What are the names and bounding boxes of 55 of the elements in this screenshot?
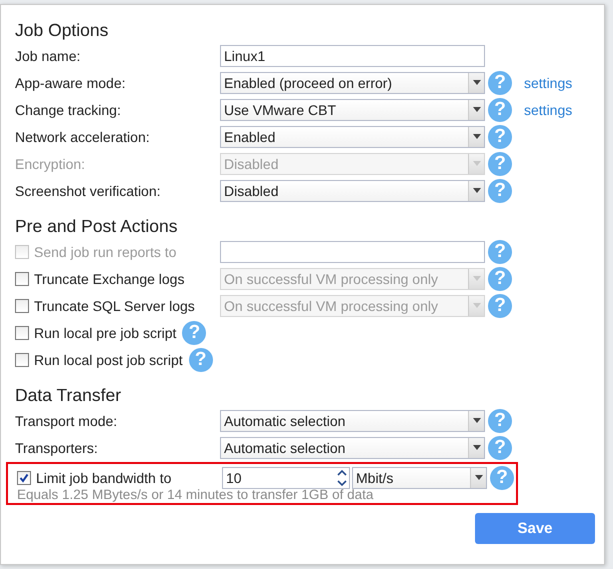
field-label: Job name: bbox=[15, 48, 80, 64]
field-label: Truncate SQL Server logs bbox=[34, 298, 195, 314]
caret-icon[interactable] bbox=[468, 126, 484, 146]
section-title: Pre and Post Actions bbox=[15, 215, 178, 238]
dropdown[interactable]: Use VMware CBT bbox=[220, 98, 485, 120]
checkbox[interactable] bbox=[15, 272, 29, 286]
section-title: Job Options bbox=[15, 19, 110, 42]
field-label: Transport mode: bbox=[15, 412, 118, 428]
text-field[interactable]: Linux1 bbox=[220, 44, 485, 66]
help-icon[interactable]: ? bbox=[488, 124, 512, 148]
field-label: Network acceleration: bbox=[15, 128, 150, 144]
field-label: Screenshot verification: bbox=[15, 182, 161, 198]
caret-icon[interactable] bbox=[468, 72, 484, 92]
checkbox[interactable] bbox=[15, 352, 29, 366]
section-title: Data Transfer bbox=[15, 384, 122, 407]
field-label: Change tracking: bbox=[15, 102, 121, 118]
caret-icon[interactable] bbox=[470, 468, 486, 488]
help-icon[interactable]: ? bbox=[182, 320, 206, 344]
settings-link[interactable]: settings bbox=[524, 74, 572, 90]
help-icon[interactable]: ? bbox=[188, 348, 213, 372]
dropdown[interactable]: Enabled (proceed on error) bbox=[220, 72, 485, 94]
dropdown[interactable]: Automatic selection bbox=[220, 436, 485, 458]
help-icon[interactable]: ? bbox=[488, 178, 512, 202]
help-icon[interactable]: ? bbox=[488, 98, 512, 122]
save-button[interactable]: Save bbox=[475, 513, 595, 544]
dropdown[interactable]: Disabled bbox=[220, 180, 485, 202]
unit-dropdown[interactable]: Mbit/s bbox=[352, 466, 487, 488]
spinner-icon[interactable] bbox=[337, 468, 347, 488]
field-label: Truncate Exchange logs bbox=[34, 270, 184, 286]
field-label: Limit job bandwidth to bbox=[36, 470, 172, 486]
field-label: Run local post job script bbox=[34, 352, 183, 368]
field-label: App-aware mode: bbox=[15, 74, 126, 90]
caret-icon[interactable] bbox=[468, 100, 484, 120]
caret-icon[interactable] bbox=[468, 410, 484, 430]
dropdown[interactable]: Enabled bbox=[220, 126, 485, 148]
number-field[interactable]: 10 bbox=[222, 466, 350, 488]
bandwidth-note: Equals 1.25 MBytes/s or 14 minutes to transfer 1GB of data bbox=[17, 487, 374, 502]
help-icon[interactable]: ? bbox=[490, 466, 514, 490]
field-label: Transporters: bbox=[15, 440, 98, 456]
help-icon[interactable]: ? bbox=[488, 266, 512, 290]
checkbox[interactable] bbox=[15, 298, 29, 312]
caret-icon[interactable] bbox=[468, 438, 484, 458]
settings-link[interactable]: settings bbox=[524, 102, 572, 118]
checkbox[interactable] bbox=[15, 326, 29, 340]
field-label: Encryption: bbox=[15, 156, 86, 172]
field-label: Run local pre job script bbox=[34, 324, 176, 340]
checkbox[interactable] bbox=[17, 470, 31, 484]
caret-icon[interactable] bbox=[468, 180, 484, 200]
help-icon[interactable]: ? bbox=[488, 436, 512, 460]
text-field[interactable] bbox=[220, 240, 485, 262]
field-label: Send job run reports to bbox=[34, 244, 176, 260]
help-icon[interactable]: ? bbox=[488, 70, 512, 94]
help-icon[interactable]: ? bbox=[488, 408, 512, 432]
dropdown[interactable]: Automatic selection bbox=[220, 410, 485, 432]
help-icon[interactable]: ? bbox=[488, 294, 512, 318]
